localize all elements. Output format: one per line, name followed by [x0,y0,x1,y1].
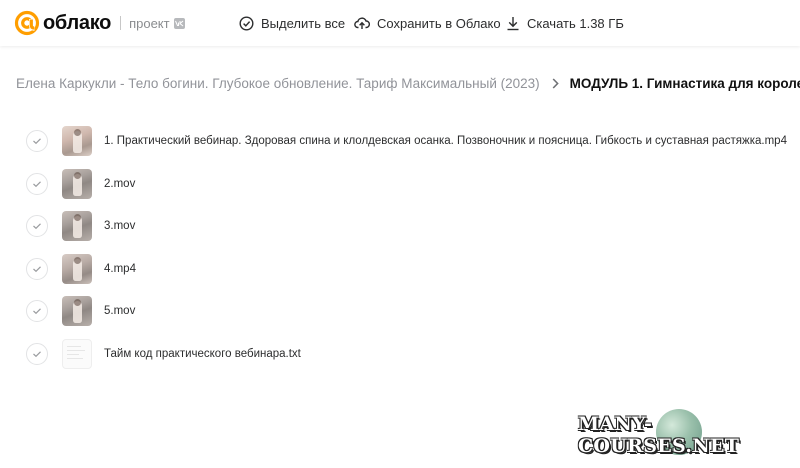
file-row[interactable]: 3.mov [0,205,800,248]
vk-icon [173,17,185,29]
download-label: Скачать 1.38 ГБ [527,15,624,31]
download-icon [507,16,519,30]
breadcrumb-parent-folder[interactable]: Елена Каркукли - Тело богини. Глубокое о… [16,76,540,91]
select-checkbox[interactable] [26,215,48,238]
save-label: Сохранить в Облако [377,15,501,31]
checkmark-icon [33,223,41,230]
at-sign-logo-icon [14,10,40,36]
video-thumbnail [62,168,92,199]
watermark-text: MANY-COURSES.NET [578,413,740,457]
file-name[interactable]: 2.mov [104,178,135,190]
check-circle-icon [239,15,254,31]
select-checkbox[interactable] [26,257,48,280]
select-all-label: Выделить все [261,15,346,31]
select-checkbox[interactable] [26,130,48,153]
checkmark-icon [33,351,41,357]
file-name[interactable]: 5.mov [104,305,135,317]
logo-divider [120,16,122,30]
project-label: проект [129,15,170,31]
video-thumbnail [62,126,92,157]
logo-text: облако [43,11,112,34]
cloud-upload-icon [354,17,370,29]
video-thumbnail [62,211,92,242]
file-row[interactable]: 5.mov [0,290,800,333]
video-thumbnail [62,253,92,284]
cloud-logo[interactable]: облако проект [14,10,185,36]
file-name[interactable]: 1. Практический вебинар. Здоровая спина … [104,135,787,147]
top-bar: облако проект Выделить все Сохранить в О… [0,0,800,46]
chevron-right-icon [552,77,559,89]
download-button[interactable]: Скачать 1.38 ГБ [506,14,624,32]
checkmark-icon [33,181,41,187]
file-row[interactable]: 1. Практический вебинар. Здоровая спина … [0,120,800,163]
select-all-button[interactable]: Выделить все [239,14,345,32]
file-row[interactable]: 4.mp4 [0,248,800,291]
save-to-cloud-button[interactable]: Сохранить в Облако [354,14,501,32]
checkmark-icon [33,308,41,315]
select-checkbox[interactable] [26,300,48,323]
file-list: 1. Практический вебинар. Здоровая спина … [0,120,800,375]
watermark: MANY-COURSES.NET [578,409,800,457]
select-checkbox[interactable] [26,342,48,365]
file-name[interactable]: 4.mp4 [104,263,136,275]
file-row[interactable]: 2.mov [0,163,800,206]
file-name[interactable]: 3.mov [104,220,135,232]
video-thumbnail [62,296,92,327]
file-name[interactable]: Тайм код практического вебинара.txt [104,348,301,360]
checkmark-icon [33,266,41,272]
text-file-thumbnail [62,338,92,369]
breadcrumb-current-folder: МОДУЛЬ 1. Гимнастика для королев... [569,75,800,91]
select-checkbox[interactable] [26,172,48,195]
breadcrumb: Елена Каркукли - Тело богини. Глубокое о… [16,74,800,92]
file-row[interactable]: Тайм код практического вебинара.txt [0,333,800,376]
checkmark-icon [33,138,41,145]
